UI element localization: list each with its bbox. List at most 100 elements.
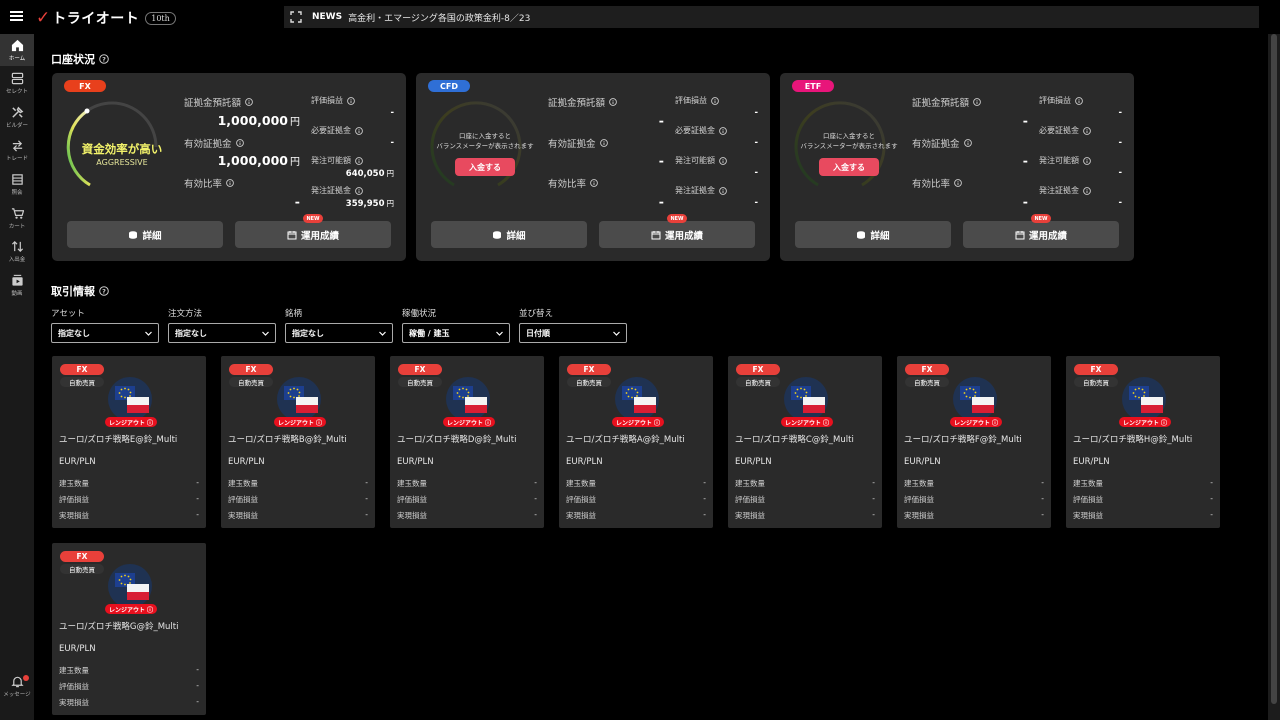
select-icon: [11, 72, 23, 84]
valuation-value: -: [754, 108, 758, 118]
deposit-label: 証拠金預託額: [184, 95, 253, 109]
info-icon: ⓘ: [823, 419, 830, 427]
sidebar-item-builder[interactable]: ビルダー: [0, 101, 34, 133]
bell-icon: [10, 676, 24, 687]
info-icon[interactable]: [226, 179, 234, 187]
sidebar-item-inquiry[interactable]: 照会: [0, 168, 34, 200]
performance-button[interactable]: NEW 運用成績: [599, 214, 755, 248]
sidebar-item-trade[interactable]: トレード: [0, 134, 34, 166]
info-icon[interactable]: [719, 186, 727, 195]
asset-select[interactable]: 指定なし: [51, 323, 159, 343]
currency-pair: EUR/PLN: [59, 644, 96, 654]
order-method-select[interactable]: 指定なし: [168, 323, 276, 343]
logo-check-icon: ✓: [36, 8, 51, 28]
realized-row: 実現損益 -: [59, 697, 199, 707]
info-icon[interactable]: [355, 186, 363, 195]
gauge-status-sub: AGGRESSIVE: [96, 158, 148, 167]
position-value: -: [872, 478, 875, 487]
info-icon[interactable]: [711, 96, 719, 105]
filter-label: 稼働状況: [402, 309, 437, 319]
news-bar[interactable]: NEWS 高金利・エマージング各国の政策金利-8／23: [284, 6, 1259, 28]
realized-value: -: [196, 510, 199, 519]
deposit-button[interactable]: 入金する: [455, 158, 515, 176]
info-icon[interactable]: [1083, 186, 1091, 195]
sidebar-item-transfer[interactable]: 入出金: [0, 235, 34, 267]
symbol-select[interactable]: 指定なし: [285, 323, 393, 343]
info-icon: ⓘ: [485, 419, 492, 427]
deposit-value: 1,000,000 円: [217, 113, 300, 128]
position-row: 建玉数量 -: [904, 478, 1044, 488]
detail-button[interactable]: 詳細: [795, 221, 951, 248]
strategy-card[interactable]: FX 自動売買 レンジアウト ⓘ ユーロ/ズロチ戦略B@鈴_Multi EUR/…: [221, 356, 375, 528]
calendar-icon: [1015, 230, 1025, 239]
sidebar-item-video[interactable]: 動画: [0, 269, 34, 301]
info-icon[interactable]: [1075, 96, 1083, 105]
eur-pln-flag-icon: [446, 377, 490, 421]
strategy-name: ユーロ/ズロチ戦略H@鈴_Multi: [1073, 435, 1193, 445]
sidebar-item-home[interactable]: ホーム: [0, 34, 34, 66]
performance-button[interactable]: NEW 運用成績: [235, 214, 391, 248]
sidebar-item-message[interactable]: メッセージ: [0, 670, 34, 702]
range-out-badge: レンジアウト ⓘ: [105, 604, 157, 614]
position-row: 建玉数量 -: [59, 665, 199, 675]
strategy-card[interactable]: FX 自動売買 レンジアウト ⓘ ユーロ/ズロチ戦略E@鈴_Multi EUR/…: [52, 356, 206, 528]
strategy-card[interactable]: FX 自動売買 レンジアウト ⓘ ユーロ/ズロチ戦略G@鈴_Multi EUR/…: [52, 543, 206, 715]
info-icon[interactable]: [590, 179, 598, 187]
deposit-button[interactable]: 入金する: [819, 158, 879, 176]
strategy-card[interactable]: FX 自動売買 レンジアウト ⓘ ユーロ/ズロチ戦略C@鈴_Multi EUR/…: [728, 356, 882, 528]
info-icon[interactable]: [719, 126, 727, 135]
realized-row: 実現損益 -: [904, 510, 1044, 520]
status-select[interactable]: 稼働 / 建玉: [402, 323, 510, 343]
info-icon[interactable]: [609, 98, 617, 106]
scrollbar[interactable]: [1268, 34, 1280, 720]
news-headline[interactable]: 高金利・エマージング各国の政策金利-8／23: [348, 11, 530, 24]
sidebar-item-select[interactable]: セレクト: [0, 67, 34, 99]
range-out-badge: レンジアウト ⓘ: [950, 417, 1002, 427]
sidebar-item-cart[interactable]: カート: [0, 202, 34, 234]
detail-button[interactable]: 詳細: [431, 221, 587, 248]
deposit-value: -: [1022, 113, 1028, 128]
valuation-row: 評価損益 -: [59, 494, 199, 504]
info-icon[interactable]: [963, 139, 972, 147]
logo[interactable]: ✓ トライオート 10th: [36, 8, 176, 28]
expand-icon[interactable]: [290, 11, 302, 23]
account-card-cfd: CFD 口座に入金すると バランスメーターが表示されます 入金する 証拠金預託額…: [416, 73, 770, 261]
info-icon[interactable]: [599, 139, 608, 147]
info-icon[interactable]: [355, 156, 363, 165]
strategy-card[interactable]: FX 自動売買 レンジアウト ⓘ ユーロ/ズロチ戦略F@鈴_Multi EUR/…: [897, 356, 1051, 528]
strategy-card[interactable]: FX 自動売買 レンジアウト ⓘ ユーロ/ズロチ戦略A@鈴_Multi EUR/…: [559, 356, 713, 528]
chevron-down-icon: [262, 331, 269, 336]
info-icon[interactable]: [1083, 156, 1091, 165]
strategy-card[interactable]: FX 自動売買 レンジアウト ⓘ ユーロ/ズロチ戦略D@鈴_Multi EUR/…: [390, 356, 544, 528]
cart-icon: [11, 207, 24, 219]
scrollbar-thumb[interactable]: [1271, 34, 1277, 704]
valuation-value: -: [390, 108, 394, 118]
position-value: -: [365, 478, 368, 487]
performance-button[interactable]: NEW 運用成績: [963, 214, 1119, 248]
menu-icon[interactable]: [10, 11, 23, 21]
help-icon[interactable]: ?: [99, 286, 109, 296]
coins-icon: [129, 230, 138, 239]
info-icon[interactable]: [954, 179, 962, 187]
auto-trade-label: 自動売買: [905, 377, 949, 387]
available-value: -: [754, 168, 758, 178]
effective-margin-value: -: [1022, 153, 1028, 168]
info-icon[interactable]: [235, 139, 244, 147]
info-icon[interactable]: [1083, 126, 1091, 135]
info-icon[interactable]: [347, 96, 355, 105]
info-icon[interactable]: [355, 126, 363, 135]
info-icon[interactable]: [973, 98, 981, 106]
valuation-value: -: [1210, 494, 1213, 503]
detail-button[interactable]: 詳細: [67, 221, 223, 248]
strategy-card[interactable]: FX 自動売買 レンジアウト ⓘ ユーロ/ズロチ戦略H@鈴_Multi EUR/…: [1066, 356, 1220, 528]
sort-select[interactable]: 日付順: [519, 323, 627, 343]
position-row: 建玉数量 -: [397, 478, 537, 488]
help-icon[interactable]: ?: [99, 54, 109, 64]
effective-ratio-label: 有効比率: [548, 176, 598, 190]
range-out-badge: レンジアウト ⓘ: [781, 417, 833, 427]
required-margin-value: -: [754, 138, 758, 148]
chevron-down-icon: [496, 331, 503, 336]
info-icon[interactable]: [245, 98, 253, 106]
inquiry-icon: [11, 173, 23, 185]
info-icon[interactable]: [719, 156, 727, 165]
